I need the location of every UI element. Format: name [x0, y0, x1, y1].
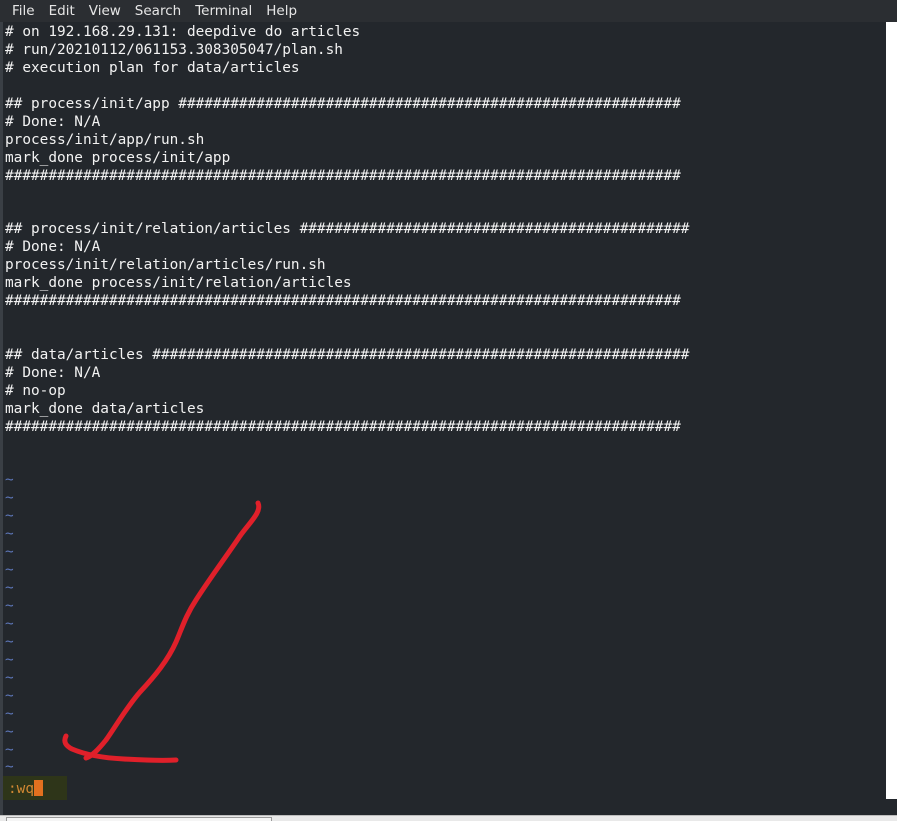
empty-line-marker: ~ [5, 651, 14, 668]
window-right-edge [886, 22, 897, 799]
empty-line-marker: ~ [5, 615, 14, 632]
empty-line-marker: ~ [5, 741, 14, 758]
terminal-line: ########################################… [5, 293, 681, 310]
menu-bar: File Edit View Search Terminal Help [0, 0, 897, 22]
menu-view[interactable]: View [83, 0, 129, 22]
empty-line-marker: ~ [5, 723, 14, 740]
terminal-line: # Done: N/A [5, 239, 101, 256]
empty-line-marker: ~ [5, 669, 14, 686]
empty-line-marker: ~ [5, 544, 14, 561]
terminal-content[interactable]: # on 192.168.29.131: deepdive do article… [5, 24, 885, 797]
terminal-window: File Edit View Search Terminal Help # on… [0, 0, 897, 821]
terminal-line: # execution plan for data/articles [5, 59, 300, 76]
command-text: :wq [8, 781, 34, 797]
terminal-line: mark_done process/init/relation/articles [5, 275, 352, 292]
bottom-tab [6, 817, 272, 821]
terminal-line: process/init/relation/articles/run.sh [5, 257, 326, 274]
terminal-line: # on 192.168.29.131: deepdive do article… [5, 24, 361, 40]
bottom-bar [0, 815, 897, 821]
empty-line-marker: ~ [5, 759, 14, 776]
empty-line-marker: ~ [5, 598, 14, 614]
menu-search[interactable]: Search [129, 0, 189, 22]
empty-line-marker: ~ [5, 687, 14, 704]
terminal-line: process/init/app/run.sh [5, 131, 205, 148]
empty-line-marker: ~ [5, 472, 14, 489]
terminal-line: mark_done data/articles [5, 400, 205, 417]
window-left-edge [0, 22, 3, 816]
menu-help[interactable]: Help [260, 0, 305, 22]
menu-terminal[interactable]: Terminal [189, 0, 260, 22]
menu-edit[interactable]: Edit [43, 0, 83, 22]
empty-line-marker: ~ [5, 633, 14, 650]
terminal-line: # no-op [5, 382, 66, 399]
terminal-line: # Done: N/A [5, 364, 101, 381]
terminal-line: ## process/init/app ####################… [5, 95, 681, 112]
terminal-line: # Done: N/A [5, 113, 101, 130]
empty-line-marker: ~ [5, 580, 14, 597]
empty-line-marker: ~ [5, 490, 14, 507]
terminal-line: mark_done process/init/app [5, 149, 231, 166]
empty-line-marker: ~ [5, 562, 14, 579]
terminal-line: ## data/articles #######################… [5, 346, 690, 363]
menu-file[interactable]: File [0, 0, 43, 22]
vim-command-line[interactable]: :wq [8, 780, 43, 797]
empty-line-marker: ~ [5, 705, 14, 722]
empty-line-marker: ~ [5, 508, 14, 525]
empty-line-marker: ~ [5, 526, 14, 543]
text-cursor [34, 780, 43, 796]
terminal-line: ## process/init/relation/articles ######… [5, 221, 690, 238]
terminal-line: ########################################… [5, 418, 681, 435]
terminal-line: ########################################… [5, 167, 681, 184]
terminal-line: # run/20210112/061153.308305047/plan.sh [5, 41, 343, 58]
